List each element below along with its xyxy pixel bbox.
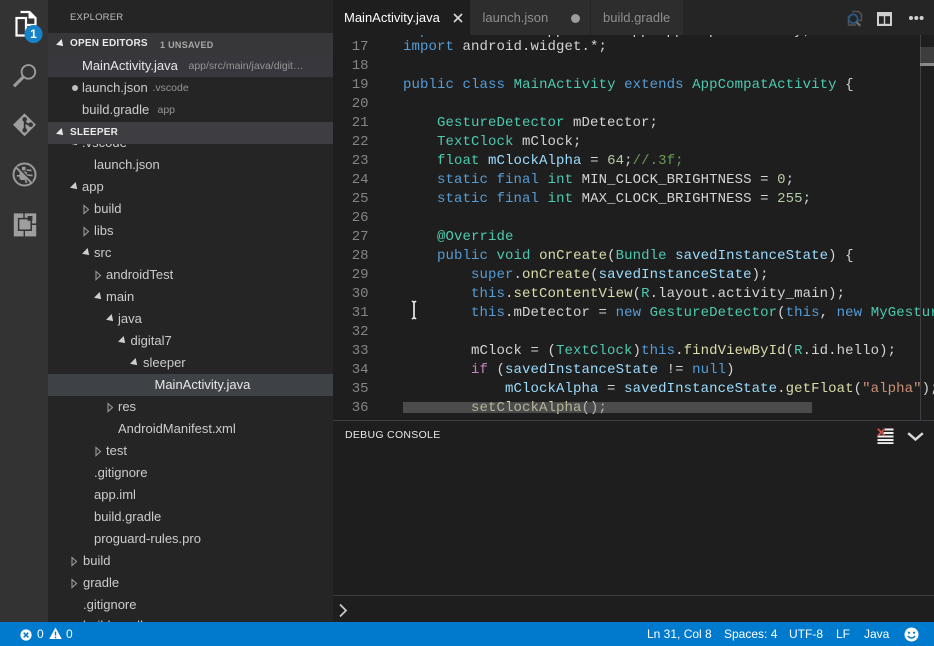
svg-text:1: 1 — [30, 27, 37, 41]
